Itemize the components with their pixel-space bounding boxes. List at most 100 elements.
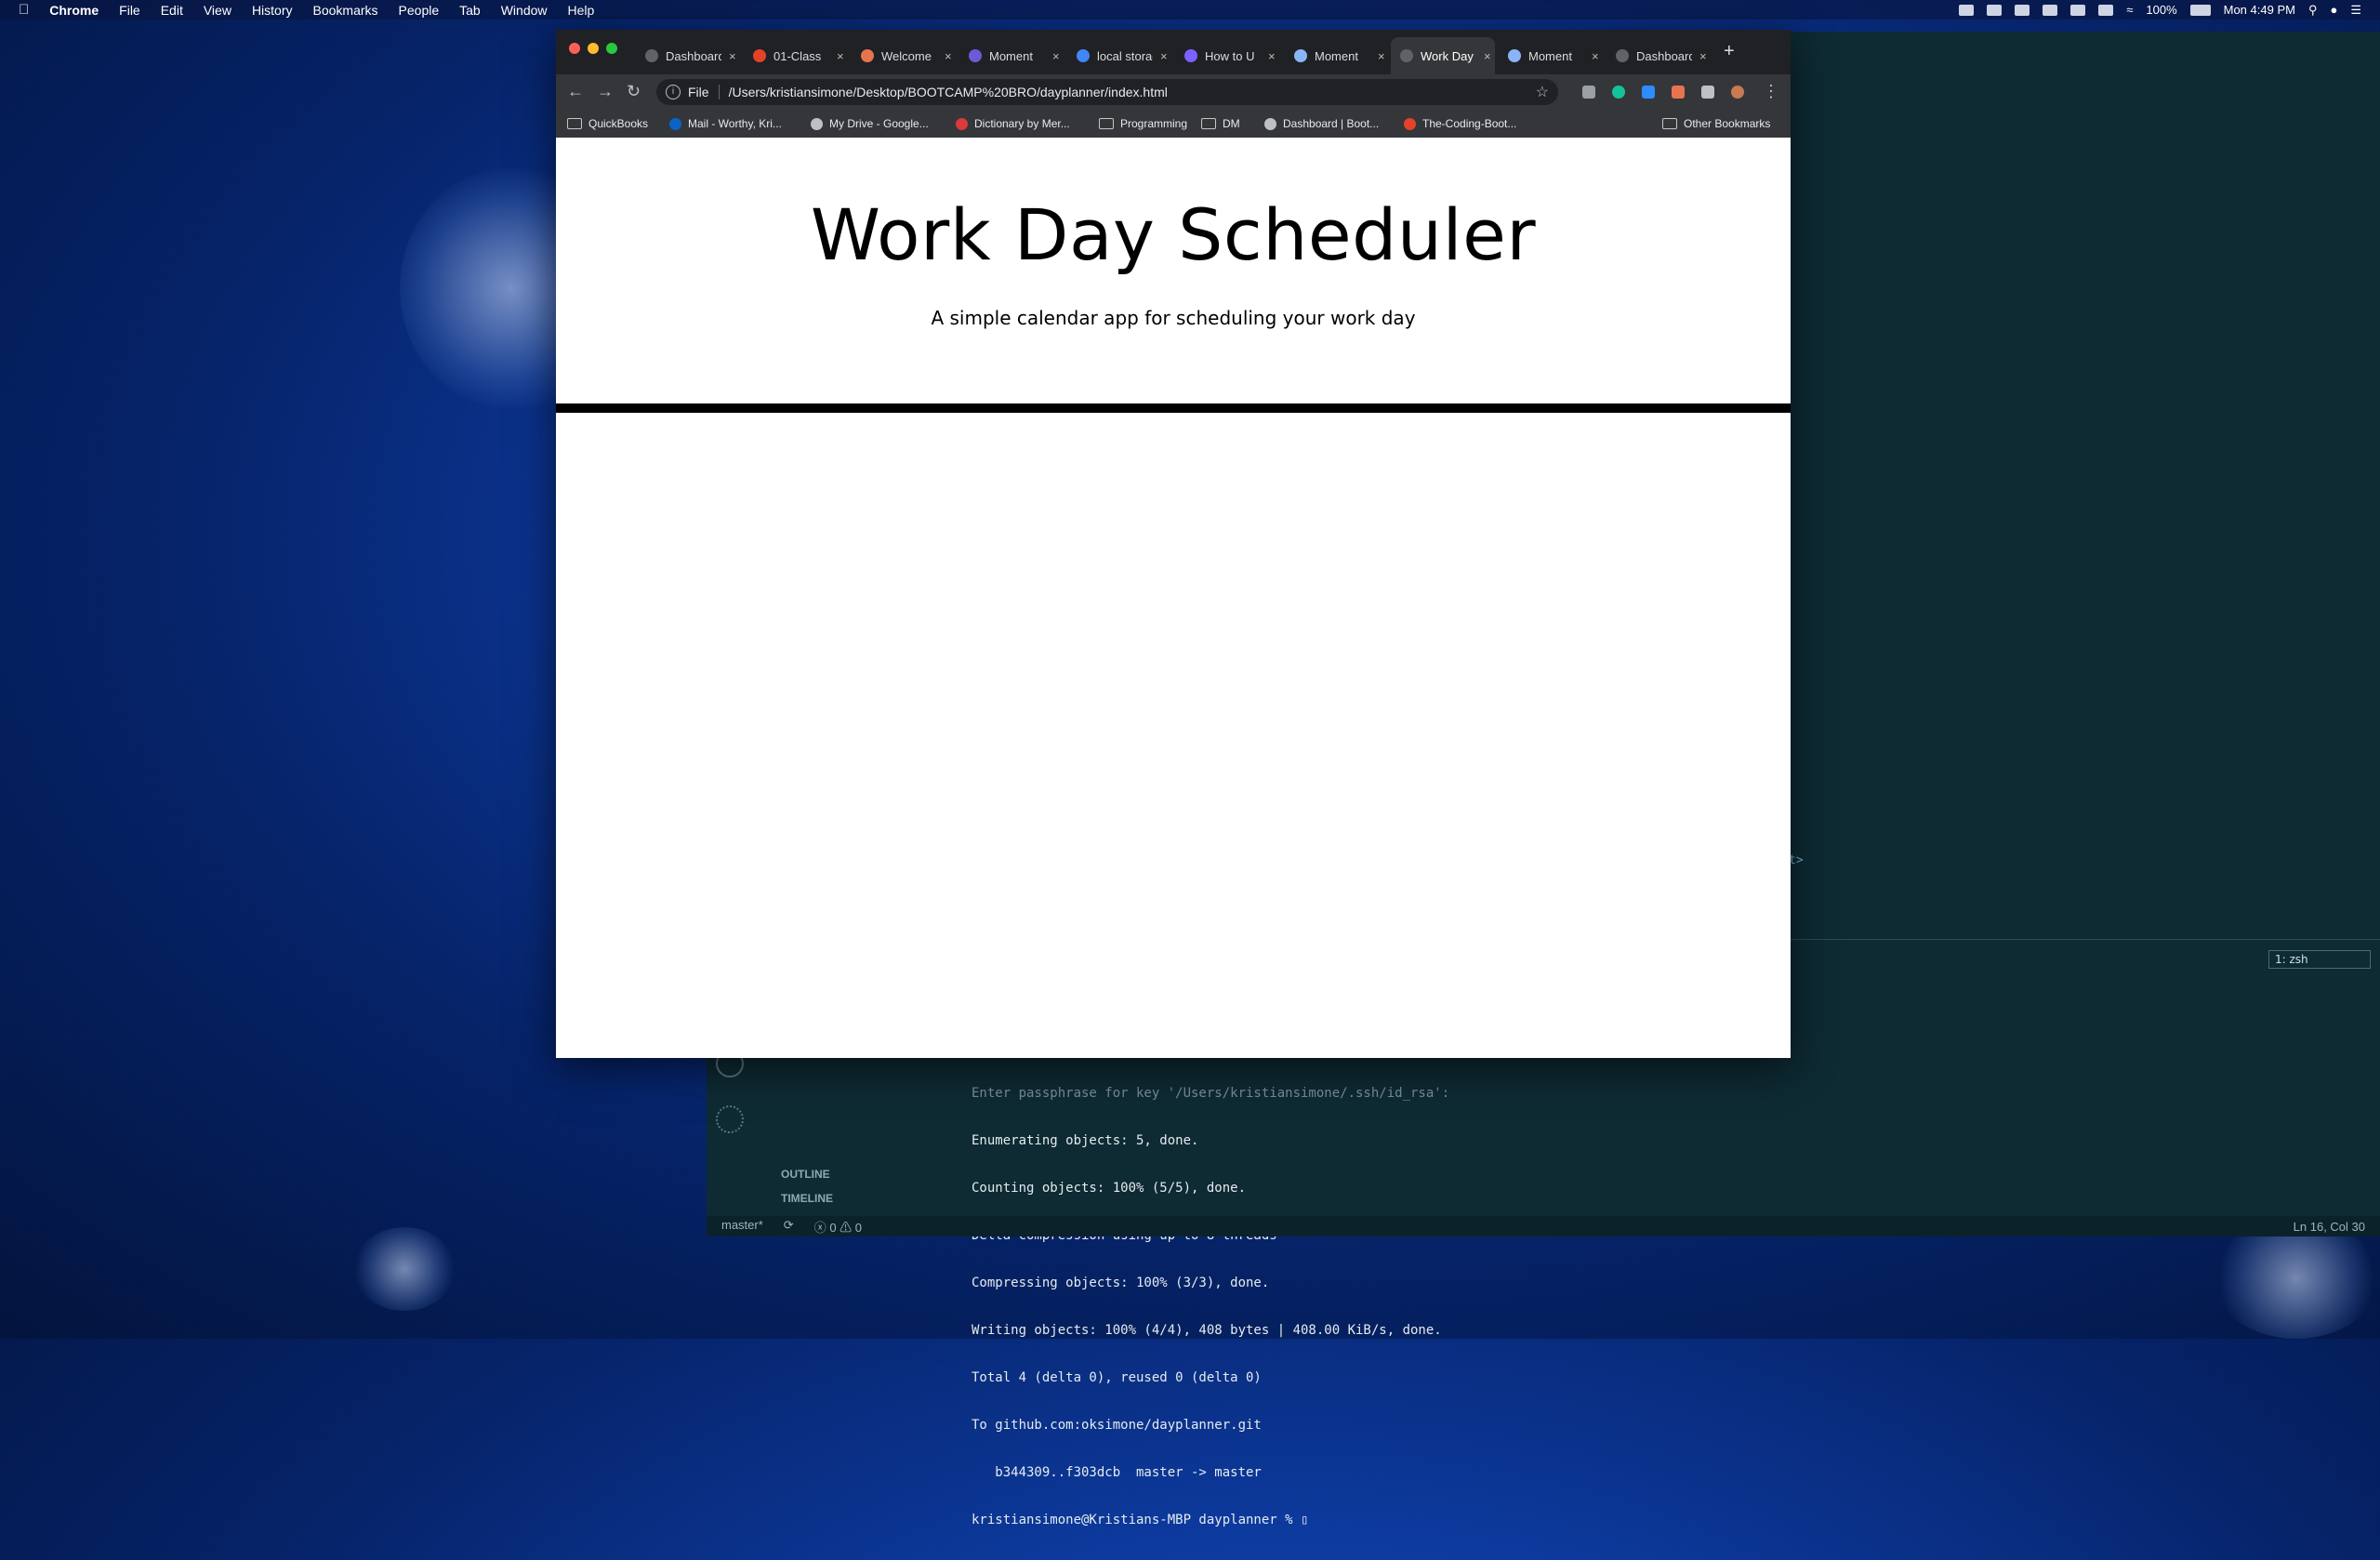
close-tab-icon[interactable]: ×	[1484, 49, 1491, 63]
creative-cloud-icon[interactable]	[1987, 4, 2003, 16]
timeline-section[interactable]: TIMELINE	[781, 1192, 833, 1205]
terminal-output[interactable]: Enter passphrase for key '/Users/kristia…	[972, 1054, 1449, 1560]
info-icon[interactable]: i	[666, 85, 681, 99]
flag-icon[interactable]	[2098, 4, 2114, 16]
screen-recorder-icon[interactable]	[1672, 86, 1685, 99]
terminal-line: Writing objects: 100% (4/4), 408 bytes |…	[972, 1323, 1442, 1338]
browser-tab[interactable]: How to U ×	[1175, 37, 1279, 74]
gear-icon[interactable]	[716, 1105, 744, 1133]
bookmarks-bar: QuickBooks Mail - Worthy, Kri... My Drive …	[556, 110, 1791, 138]
airplay-icon[interactable]	[2070, 4, 2086, 16]
menu-edit[interactable]: Edit	[161, 3, 183, 18]
tab-title: How to U	[1205, 48, 1255, 63]
outline-section[interactable]: OUTLINE	[781, 1168, 830, 1181]
favicon-icon	[1616, 49, 1629, 62]
bookmark-item[interactable]: Dictionary by Mer...	[956, 117, 1070, 130]
browser-tab[interactable]: Welcome ×	[852, 37, 956, 74]
tab-title: 01-Class	[774, 48, 822, 63]
other-bookmarks[interactable]: Other Bookmarks	[1662, 117, 1770, 130]
puzzle-icon[interactable]	[1701, 86, 1714, 99]
browser-tab[interactable]: 01-Class ×	[744, 37, 848, 74]
browser-tab[interactable]: Dashboard ×	[1606, 37, 1711, 74]
menu-window[interactable]: Window	[501, 3, 548, 18]
browser-tab[interactable]: Dashboard ×	[636, 37, 740, 74]
cursor-position[interactable]: Ln 16, Col 30	[2294, 1220, 2365, 1234]
avatar[interactable]	[1731, 86, 1744, 99]
favicon-icon	[861, 49, 874, 62]
menu-people[interactable]: People	[399, 3, 440, 18]
bookmark-item[interactable]: Mail - Worthy, Kri...	[669, 117, 782, 130]
browser-tab[interactable]: Moment ×	[1285, 37, 1389, 74]
close-tab-icon[interactable]: ×	[1268, 49, 1276, 63]
problems-count[interactable]: ⓧ 0 ⚠ 0	[814, 1218, 862, 1236]
spotlight-icon[interactable]: ⚲	[2308, 3, 2318, 18]
close-tab-icon[interactable]: ×	[1378, 49, 1385, 63]
close-tab-icon[interactable]: ×	[1592, 49, 1599, 63]
browser-tab[interactable]: Moment ×	[1499, 37, 1603, 74]
terminal-line: Compressing objects: 100% (3/3), done.	[972, 1276, 1270, 1290]
tab-title: Dashboard	[1636, 48, 1692, 63]
clock[interactable]: Mon 4:49 PM	[2224, 3, 2295, 17]
siri-icon[interactable]: ●	[2330, 3, 2337, 17]
control-center-icon[interactable]: ☰	[2350, 3, 2361, 18]
tab-title: Moment	[989, 48, 1033, 63]
folder-icon	[1201, 118, 1216, 129]
close-tab-icon[interactable]: ×	[837, 49, 844, 63]
menu-kebab-icon[interactable]: ⋮	[1763, 82, 1779, 101]
apple-icon[interactable]: 	[19, 2, 29, 18]
forward-button[interactable]: →	[597, 82, 614, 101]
close-tab-icon[interactable]: ×	[1052, 49, 1060, 63]
battery-percent[interactable]: 100%	[2146, 3, 2176, 17]
zoom-extension-icon[interactable]	[1642, 86, 1655, 99]
vpn-icon[interactable]	[2043, 4, 2058, 16]
bookmark-label: The-Coding-Boot...	[1422, 117, 1517, 130]
minimize-window-button[interactable]	[588, 43, 599, 54]
wallpaper-jellyfish	[353, 1227, 456, 1311]
browser-tab[interactable]: Moment ×	[959, 37, 1064, 74]
url-text[interactable]: /Users/kristiansimone/Desktop/BOOTCAMP%2…	[729, 85, 1168, 99]
bluetooth-icon[interactable]	[2015, 4, 2030, 16]
zoom-icon[interactable]	[1959, 4, 1975, 16]
bookmark-item[interactable]: DM	[1201, 117, 1240, 130]
star-icon[interactable]: ☆	[1536, 83, 1549, 101]
folder-icon	[1099, 118, 1114, 129]
terminal-line: Enumerating objects: 5, done.	[972, 1133, 1199, 1148]
extension-icon[interactable]	[1582, 86, 1595, 99]
bookmark-item[interactable]: Dashboard | Boot...	[1264, 117, 1379, 130]
battery-icon[interactable]	[2189, 4, 2211, 16]
reload-button[interactable]: ↻	[627, 82, 641, 101]
address-bar[interactable]: i File /Users/kristiansimone/Desktop/BOO…	[656, 79, 1558, 105]
outlook-icon	[669, 117, 681, 130]
web-page: Work Day Scheduler A simple calendar app…	[556, 138, 1791, 1058]
url-scheme-chip[interactable]: File	[688, 85, 709, 99]
wifi-icon[interactable]: ≈	[2126, 3, 2133, 17]
menu-history[interactable]: History	[252, 3, 293, 18]
git-branch[interactable]: master*	[721, 1218, 763, 1236]
close-tab-icon[interactable]: ×	[729, 49, 736, 63]
bookmark-item[interactable]: Programming	[1099, 117, 1187, 130]
browser-tab[interactable]: local storage ×	[1067, 37, 1171, 74]
zoom-window-button[interactable]	[606, 43, 617, 54]
status-menus: ≈ 100% Mon 4:49 PM ⚲ ● ☰	[1959, 0, 2361, 20]
bookmark-label: Mail - Worthy, Kri...	[688, 117, 782, 130]
terminal-select[interactable]: 1: zsh	[2268, 950, 2371, 969]
close-window-button[interactable]	[569, 43, 580, 54]
menu-file[interactable]: File	[119, 3, 140, 18]
new-tab-button[interactable]: +	[1724, 41, 1735, 62]
sync-icon[interactable]: ⟳	[784, 1218, 794, 1236]
menu-tab[interactable]: Tab	[459, 3, 481, 18]
menu-app-chrome[interactable]: Chrome	[49, 3, 99, 18]
close-tab-icon[interactable]: ×	[945, 49, 952, 63]
menu-bookmarks[interactable]: Bookmarks	[313, 3, 378, 18]
close-tab-icon[interactable]: ×	[1160, 49, 1168, 63]
browser-tab[interactable]: Work Day ×	[1391, 37, 1495, 74]
menu-view[interactable]: View	[204, 3, 231, 18]
menu-help[interactable]: Help	[568, 3, 595, 18]
grammarly-icon[interactable]	[1612, 86, 1625, 99]
bookmark-item[interactable]: My Drive - Google...	[811, 117, 929, 130]
back-button[interactable]: ←	[567, 82, 584, 101]
favicon-icon	[1077, 49, 1090, 62]
bookmark-item[interactable]: The-Coding-Boot...	[1404, 117, 1516, 130]
close-tab-icon[interactable]: ×	[1699, 49, 1707, 63]
bookmark-item[interactable]: QuickBooks	[567, 117, 648, 130]
